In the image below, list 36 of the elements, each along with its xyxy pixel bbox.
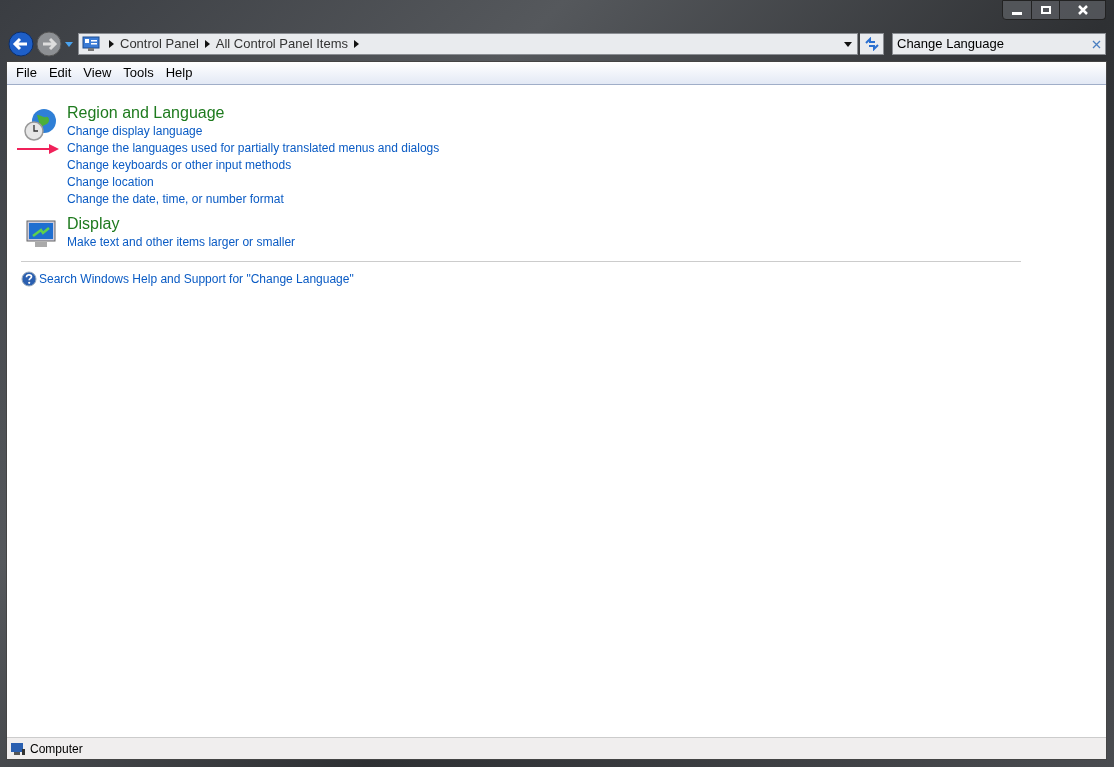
category-title[interactable]: Region and Language (67, 103, 440, 123)
menu-item[interactable]: Edit (43, 63, 77, 83)
search-field[interactable]: Change Language (892, 33, 1106, 55)
maximize-button[interactable] (1032, 0, 1060, 20)
menu-item[interactable]: Help (160, 63, 198, 83)
refresh-button[interactable] (860, 33, 884, 55)
computer-icon (10, 741, 26, 756)
address-bar[interactable]: Control Panel All Control Panel Items (78, 33, 858, 55)
menu-item[interactable]: Tools (118, 63, 159, 83)
forward-icon[interactable] (36, 31, 62, 57)
task-link[interactable]: Change keyboards or other input methods (67, 158, 292, 173)
category-title[interactable]: Display (67, 214, 296, 234)
task-link[interactable]: Change the languages used for partially translated menus and dialogs (67, 141, 440, 156)
dropdown-icon[interactable] (843, 40, 853, 48)
close-button[interactable] (1060, 0, 1106, 20)
clear-icon[interactable] (1092, 39, 1101, 49)
control-panel-icon (82, 36, 100, 52)
status-text: Computer (30, 740, 83, 758)
menu-item[interactable]: View (78, 63, 117, 83)
globe-clock-icon (23, 107, 59, 143)
help-link[interactable]: Search Windows Help and Support for "Change Language" (39, 270, 354, 288)
task-link[interactable]: Make text and other items larger or smaller (67, 235, 296, 250)
close-icon (1076, 5, 1089, 15)
chevron-icon[interactable] (204, 40, 210, 48)
menu-item[interactable]: File (11, 63, 42, 83)
back-icon[interactable] (8, 31, 34, 57)
help-icon (21, 271, 37, 287)
minimize-button[interactable] (1002, 0, 1032, 20)
task-link[interactable]: Change location (67, 175, 154, 190)
breadcrumb[interactable]: All Control Panel Items (215, 34, 348, 54)
chevron-icon[interactable] (354, 40, 359, 48)
task-link[interactable]: Change display language (67, 124, 203, 139)
monitor-icon (25, 218, 57, 250)
task-link[interactable]: Change the date, time, or number format (67, 192, 284, 207)
chevron-icon[interactable] (109, 40, 114, 48)
breadcrumb[interactable]: Control Panel (120, 34, 199, 54)
